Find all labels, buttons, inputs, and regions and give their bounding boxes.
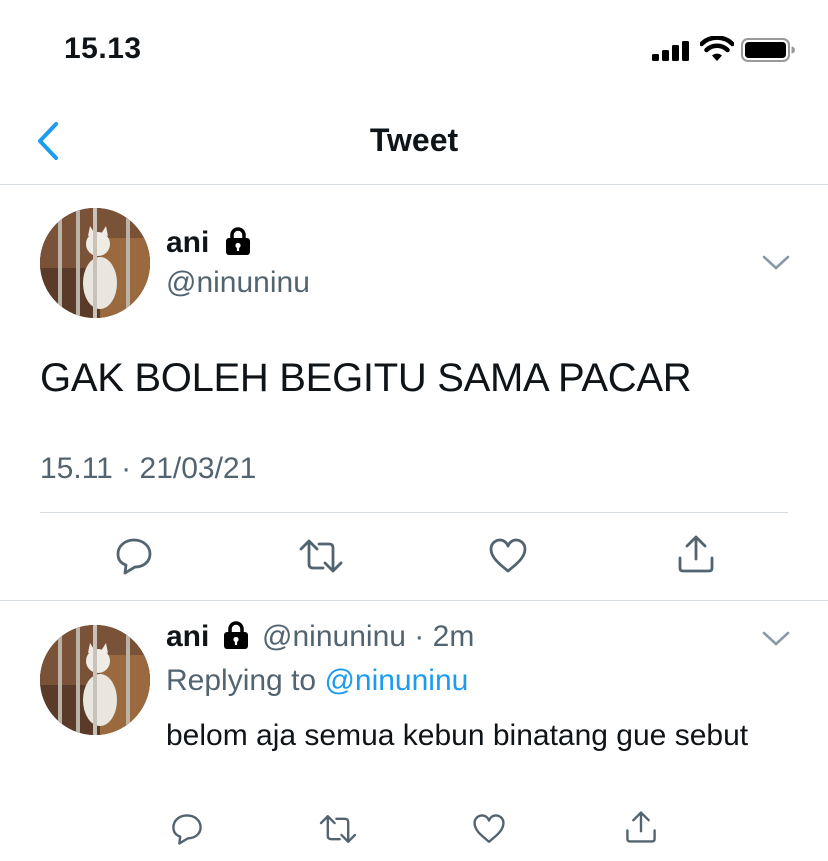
tweet-timestamp[interactable]: 15.11 · 21/03/21: [40, 452, 256, 486]
replying-mention-link[interactable]: @ninuninu: [324, 664, 468, 697]
header-divider: [0, 184, 828, 185]
share-icon[interactable]: [624, 810, 658, 844]
reply-author-name[interactable]: ani: [166, 620, 209, 653]
reply-header: ani @ninuninu · 2m: [166, 620, 474, 654]
reply-icon[interactable]: [114, 536, 154, 576]
reply-avatar[interactable]: [40, 625, 150, 735]
chevron-down-icon[interactable]: [762, 630, 790, 648]
lock-icon: [223, 621, 248, 650]
author-handle[interactable]: @ninuninu: [166, 266, 310, 300]
thread-divider: [0, 600, 828, 601]
reply-text: belom aja semua kebun binatang gue sebut: [166, 719, 749, 752]
author-name-row: ani: [166, 226, 252, 260]
reply-separator: ·: [414, 620, 425, 653]
retweet-icon[interactable]: [318, 812, 358, 846]
reply-author-handle[interactable]: @ninuninu: [262, 620, 406, 653]
avatar[interactable]: [40, 208, 150, 318]
timestamp-divider: [40, 512, 788, 513]
reply-age[interactable]: 2m: [433, 620, 475, 653]
lock-icon: [225, 227, 250, 256]
cellular-signal-icon: [652, 41, 689, 61]
wifi-icon: [700, 36, 734, 61]
battery-icon: [741, 38, 795, 62]
status-time: 15.13: [64, 32, 142, 65]
retweet-icon[interactable]: [298, 536, 344, 576]
like-icon[interactable]: [488, 536, 528, 576]
replying-prefix: Replying to: [166, 664, 317, 697]
reply-icon[interactable]: [170, 812, 204, 846]
like-icon[interactable]: [472, 812, 506, 846]
share-icon[interactable]: [676, 534, 716, 574]
chevron-down-icon[interactable]: [762, 254, 790, 272]
page-title: Tweet: [369, 122, 459, 158]
author-name[interactable]: ani: [166, 226, 209, 259]
tweet-text: GAK BOLEH BEGITU SAMA PACAR: [40, 356, 692, 400]
replying-to: Replying to @ninuninu: [166, 664, 468, 698]
